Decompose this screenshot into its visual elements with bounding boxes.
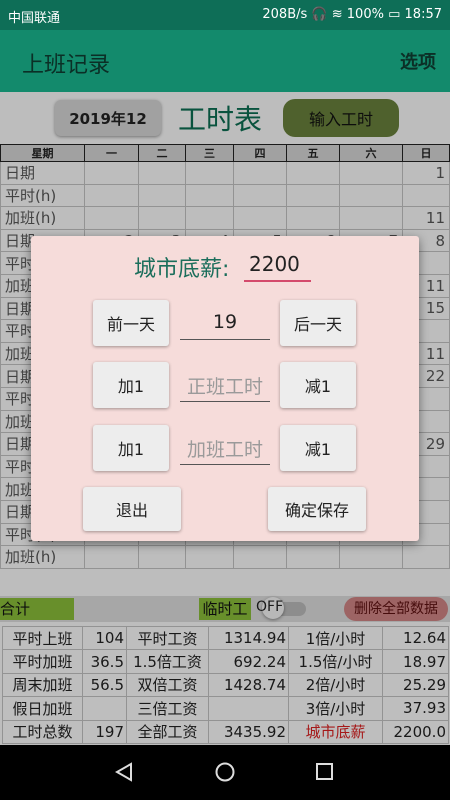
overtime-hours-underline <box>180 464 270 465</box>
regular-add-button[interactable]: 加1 <box>93 362 169 408</box>
status-right: 208B/s 🎧 ≋ 100% ▭ 18:57 <box>262 7 442 22</box>
city-salary-input[interactable]: 2200 <box>249 252 300 276</box>
salary-dialog: 城市底薪: 2200 前一天 19 后一天 加1 正班工时 减1 加1 加班工时… <box>31 236 419 541</box>
back-icon[interactable] <box>115 762 135 782</box>
headphones-icon: 🎧 <box>311 7 328 22</box>
overtime-add-button[interactable]: 加1 <box>93 425 169 471</box>
app-title: 上班记录 <box>22 53 111 78</box>
wifi-icon: ≋ <box>331 7 343 22</box>
recents-icon[interactable] <box>315 762 335 782</box>
city-salary-label: 城市底薪: <box>134 257 230 282</box>
overtime-hours-input[interactable]: 加班工时 <box>180 435 270 462</box>
regular-sub-button[interactable]: 减1 <box>280 362 356 408</box>
overtime-sub-button[interactable]: 减1 <box>280 425 356 471</box>
exit-button[interactable]: 退出 <box>83 487 181 531</box>
carrier-text: 中国联通 <box>8 11 61 26</box>
home-icon[interactable] <box>215 762 235 782</box>
regular-hours-underline <box>180 401 270 402</box>
battery-icon: ▭ <box>388 7 401 22</box>
nav-bar <box>0 745 450 800</box>
day-input-underline <box>180 339 270 340</box>
clock: 18:57 <box>404 7 442 22</box>
status-bar: 中国联通 208B/s 🎧 ≋ 100% ▭ 18:57 <box>0 0 450 30</box>
options-menu-button[interactable]: 选项 <box>400 48 436 74</box>
battery-percent: 100% <box>346 7 384 22</box>
save-button[interactable]: 确定保存 <box>268 487 366 531</box>
city-salary-underline <box>244 280 311 282</box>
net-speed: 208B/s <box>262 7 308 22</box>
day-input[interactable]: 19 <box>180 311 270 333</box>
app-bar: 上班记录 选项 <box>0 30 450 92</box>
regular-hours-input[interactable]: 正班工时 <box>180 372 270 399</box>
prev-day-button[interactable]: 前一天 <box>93 300 169 346</box>
next-day-button[interactable]: 后一天 <box>280 300 356 346</box>
